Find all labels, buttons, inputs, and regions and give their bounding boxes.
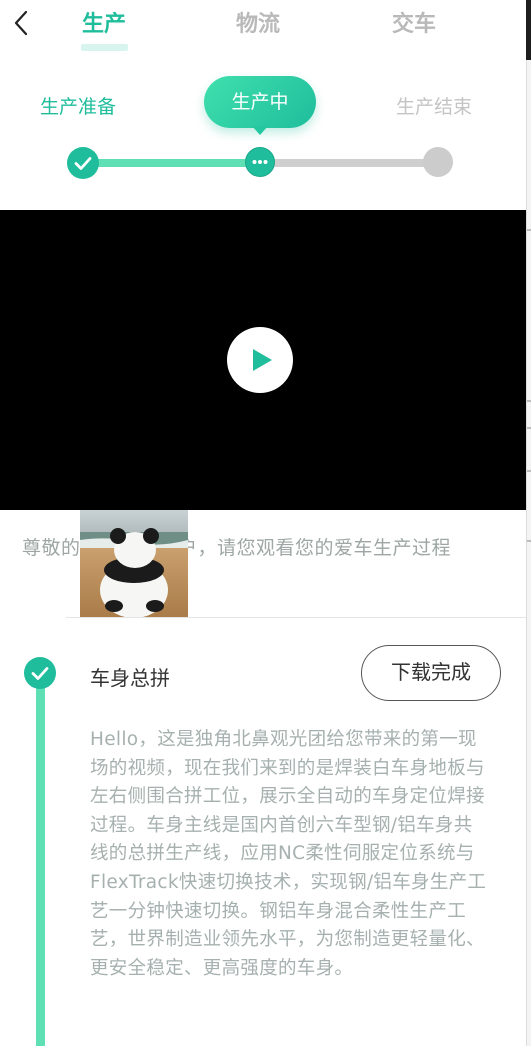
edge-mark bbox=[527, 470, 531, 472]
step-title: 车身总拼 bbox=[90, 666, 170, 690]
video-player[interactable] bbox=[0, 210, 526, 510]
timeline-step-marker bbox=[24, 657, 56, 689]
progress-track-completed bbox=[84, 159, 260, 167]
stage-current-marker bbox=[245, 147, 275, 177]
timeline-line bbox=[36, 680, 45, 1046]
active-tab-indicator bbox=[81, 44, 128, 51]
edge-mark bbox=[527, 229, 531, 231]
progress-track-remaining bbox=[260, 159, 438, 167]
stage-label-finished: 生产结束 bbox=[396, 96, 473, 118]
top-nav: 生产 物流 交车 bbox=[0, 0, 526, 62]
more-dots-icon bbox=[252, 160, 268, 164]
tab-production[interactable]: 生产 bbox=[82, 6, 126, 38]
play-button[interactable] bbox=[227, 327, 293, 393]
bubble-pointer bbox=[252, 126, 268, 135]
edge-mark bbox=[527, 427, 531, 429]
edge-mark bbox=[527, 400, 531, 402]
stage-pending-marker bbox=[423, 147, 453, 177]
download-button[interactable]: 下载完成 bbox=[361, 645, 501, 701]
tab-logistics[interactable]: 物流 bbox=[236, 6, 280, 38]
step-description: Hello，这是独角北鼻观光团给您带来的第一现场的视频，现在我们来到的是焊装白车… bbox=[90, 729, 487, 979]
back-button[interactable] bbox=[8, 6, 38, 40]
check-icon bbox=[74, 157, 92, 170]
check-icon bbox=[31, 667, 49, 680]
stage-label-preparation: 生产准备 bbox=[40, 96, 117, 118]
play-icon bbox=[253, 349, 272, 371]
stage-done-marker bbox=[67, 147, 99, 179]
edge-mark bbox=[527, 540, 531, 542]
tab-delivery[interactable]: 交车 bbox=[392, 6, 436, 38]
section-divider bbox=[66, 617, 526, 618]
panda-photo bbox=[80, 510, 188, 618]
page-edge-top bbox=[526, 0, 531, 60]
page-edge bbox=[526, 0, 531, 1046]
chevron-left-icon bbox=[14, 10, 28, 36]
stage-label-in-progress: 生产中 bbox=[204, 76, 316, 128]
